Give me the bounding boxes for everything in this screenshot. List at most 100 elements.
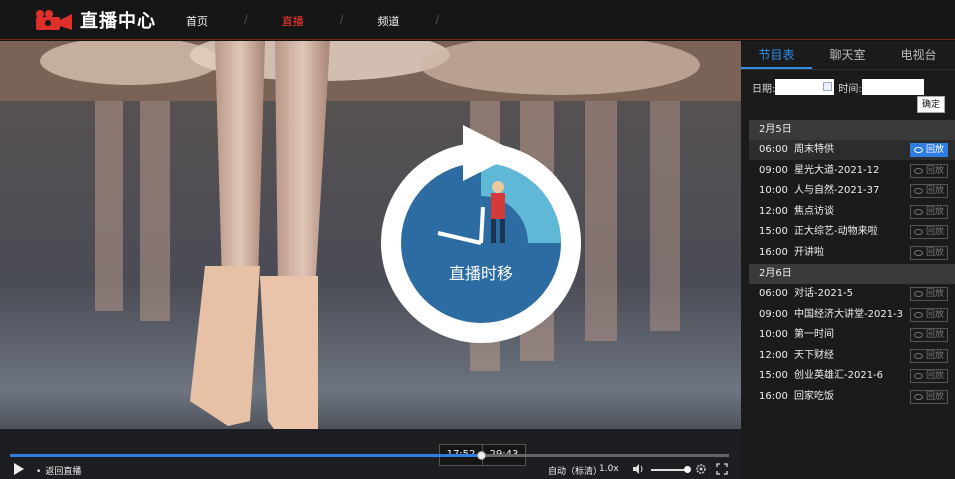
timeshift-label: 直播时移 (448, 264, 513, 283)
program-time: 15:00 (759, 370, 788, 381)
settings-gear-icon[interactable] (695, 463, 707, 475)
replay-button[interactable]: 回放 (910, 348, 948, 363)
tab-schedule[interactable]: 节目表 (741, 41, 812, 69)
program-time: 12:00 (759, 205, 788, 217)
time-input[interactable] (861, 79, 924, 95)
replay-button[interactable]: 回放 (910, 143, 948, 157)
program-time: 16:00 (759, 246, 788, 258)
sidebar: 节目表 聊天室 电视台 日期: 时间: 确定 2月5日 06:00 周末特供 回放 09… (741, 41, 955, 479)
program-row[interactable]: 06:00 对话-2021-5 回放 (749, 284, 955, 304)
program-row[interactable]: 15:00 创业英雄汇-2021-6 回放 (749, 366, 955, 386)
program-time: 09:00 (759, 164, 788, 176)
program-title: 星光大道-2021-12 (794, 164, 880, 176)
player-controls: 返回直播 自动（标清） 1.0x (0, 446, 741, 479)
nav-label: 直播 (281, 15, 304, 28)
replay-label: 回放 (925, 330, 944, 340)
nav-item-channels[interactable]: 频道 (377, 13, 399, 29)
eye-icon (914, 373, 923, 379)
program-title: 天下财经 (794, 349, 834, 361)
time-label: 时间: (838, 83, 862, 95)
program-time: 06:00 (759, 288, 788, 299)
program-row[interactable]: 10:00 人与自然-2021-37 回放 (749, 181, 955, 201)
program-time: 10:00 (759, 185, 788, 196)
replay-button[interactable]: 回放 (910, 204, 948, 219)
replay-button[interactable]: 回放 (910, 184, 948, 198)
progress-handle[interactable] (477, 451, 486, 460)
program-title: 创业英雄汇-2021-6 (794, 370, 884, 381)
replay-label: 回放 (925, 227, 944, 237)
program-title: 正大综艺-动物来啦 (794, 226, 878, 237)
nav-label: 频道 (377, 15, 400, 28)
eye-icon (914, 188, 923, 194)
nav-separator: / (244, 13, 248, 26)
volume-icon[interactable] (632, 463, 644, 475)
video-player[interactable]: 直播时移 17:52 29:43 返回直播 自动（标清） 1.0x (0, 41, 741, 479)
eye-icon (914, 352, 923, 359)
date-label: 日期: (752, 83, 776, 95)
program-row[interactable]: 15:00 正大综艺-动物来啦 回放 (749, 222, 955, 242)
eye-icon (914, 311, 923, 318)
main-nav: 首页 / 直播 / 频道 / (186, 13, 473, 29)
nav-separator: / (435, 13, 440, 26)
replay-button[interactable]: 回放 (910, 245, 948, 260)
return-live-button[interactable]: 返回直播 (36, 464, 81, 477)
speed-selector[interactable]: 1.0x (599, 464, 619, 474)
replay-button[interactable]: 回放 (910, 307, 948, 322)
nav-label: 首页 (186, 15, 208, 28)
volume-handle[interactable] (684, 466, 691, 473)
fullscreen-icon[interactable] (716, 463, 728, 475)
eye-icon (914, 249, 923, 256)
replay-label: 回放 (925, 206, 944, 217)
play-icon[interactable] (14, 463, 24, 475)
camera-icon (36, 10, 72, 30)
program-title: 回家吃饭 (794, 390, 834, 402)
tab-chatroom[interactable]: 聊天室 (812, 41, 883, 69)
replay-button[interactable]: 回放 (910, 163, 948, 178)
date-input[interactable] (775, 79, 835, 95)
progress-bar[interactable] (10, 451, 729, 460)
replay-button[interactable]: 回放 (910, 287, 948, 301)
eye-icon (914, 147, 923, 153)
eye-icon (914, 291, 923, 297)
program-row[interactable]: 09:00 中国经济大讲堂-2021-3 回放 (749, 305, 955, 325)
date-filter: 日期: 时间: (752, 79, 924, 95)
day-header: 2月6日 (749, 264, 955, 284)
replay-label: 回放 (925, 165, 944, 176)
quality-selector[interactable]: 自动（标清） (548, 464, 602, 477)
nav-separator: / (339, 13, 344, 26)
replay-label: 回放 (925, 309, 944, 320)
replay-button[interactable]: 回放 (910, 328, 948, 342)
replay-label: 回放 (925, 145, 944, 155)
confirm-button[interactable]: 确定 (917, 96, 945, 113)
program-row[interactable]: 09:00 星光大道-2021-12 回放 (749, 161, 955, 181)
eye-icon (914, 208, 923, 215)
brand-logo[interactable]: 直播中心 (34, 7, 156, 33)
tab-tv-station[interactable]: 电视台 (883, 41, 954, 69)
program-time: 10:00 (759, 329, 788, 340)
program-row[interactable]: 12:00 焦点访谈 回放 (749, 202, 955, 222)
program-time: 09:00 (759, 308, 788, 320)
replay-button[interactable]: 回放 (910, 225, 948, 239)
replay-label: 回放 (925, 350, 944, 361)
calendar-icon[interactable] (823, 82, 833, 91)
program-row[interactable]: 12:00 天下财经 回放 (749, 346, 955, 366)
program-time: 15:00 (759, 226, 788, 237)
program-time: 16:00 (759, 390, 788, 402)
program-title: 周末特供 (794, 144, 834, 155)
program-title: 人与自然-2021-37 (794, 185, 880, 196)
eye-icon (914, 393, 923, 400)
program-row[interactable]: 06:00 周末特供 回放 (749, 140, 955, 160)
sidebar-tabs: 节目表 聊天室 电视台 (741, 41, 955, 70)
day-header: 2月5日 (749, 120, 955, 140)
program-time: 12:00 (759, 349, 788, 361)
replay-button[interactable]: 回放 (910, 389, 948, 404)
replay-button[interactable]: 回放 (910, 369, 948, 383)
nav-item-home[interactable]: 首页 (186, 13, 208, 29)
replay-label: 回放 (925, 289, 944, 299)
timeshift-logo (381, 125, 581, 343)
program-row[interactable]: 16:00 回家吃饭 回放 (749, 387, 955, 407)
program-row[interactable]: 10:00 第一时间 回放 (749, 325, 955, 345)
program-title: 中国经济大讲堂-2021-3 (794, 308, 904, 320)
nav-item-live[interactable]: 直播 (282, 13, 304, 29)
program-row[interactable]: 16:00 开讲啦 回放 (749, 243, 955, 263)
